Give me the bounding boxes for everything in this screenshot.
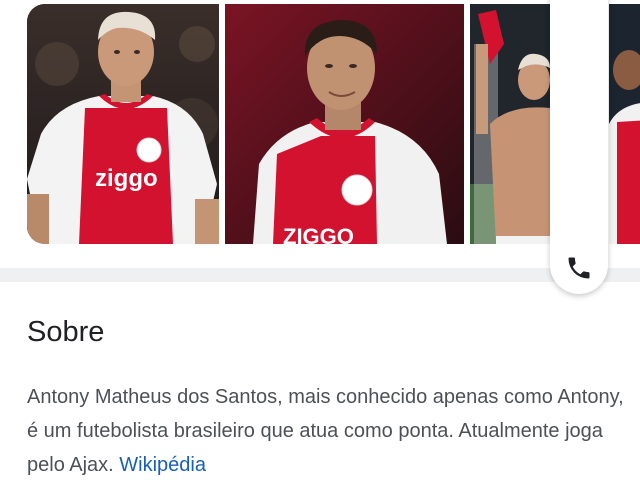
- image-carousel[interactable]: ziggo ZIGGO: [0, 0, 640, 246]
- carousel-image-2[interactable]: ZIGGO: [225, 4, 464, 244]
- call-button[interactable]: [550, 0, 608, 294]
- carousel-image-3[interactable]: [470, 4, 550, 244]
- player-photo-3: [470, 4, 550, 244]
- player-photo-2: ZIGGO: [225, 4, 464, 244]
- player-photo-1: ziggo: [27, 4, 219, 244]
- player-photo-4: [609, 4, 640, 244]
- description-text: Antony Matheus dos Santos, mais conhecid…: [27, 386, 624, 476]
- phone-icon: [568, 257, 590, 279]
- wikipedia-link[interactable]: Wikipédia: [119, 454, 206, 476]
- knowledge-panel: ziggo ZIGGO Sobre Antony Matheus dos San…: [0, 0, 640, 480]
- about-description: Antony Matheus dos Santos, mais conhecid…: [27, 380, 627, 480]
- jersey-sponsor-text-1: ziggo: [95, 165, 158, 192]
- section-title: Sobre: [27, 316, 105, 348]
- carousel-image-1[interactable]: ziggo: [27, 4, 219, 244]
- jersey-sponsor-text-2: ZIGGO: [283, 224, 354, 244]
- carousel-image-4[interactable]: [609, 4, 640, 244]
- section-divider: [0, 268, 640, 282]
